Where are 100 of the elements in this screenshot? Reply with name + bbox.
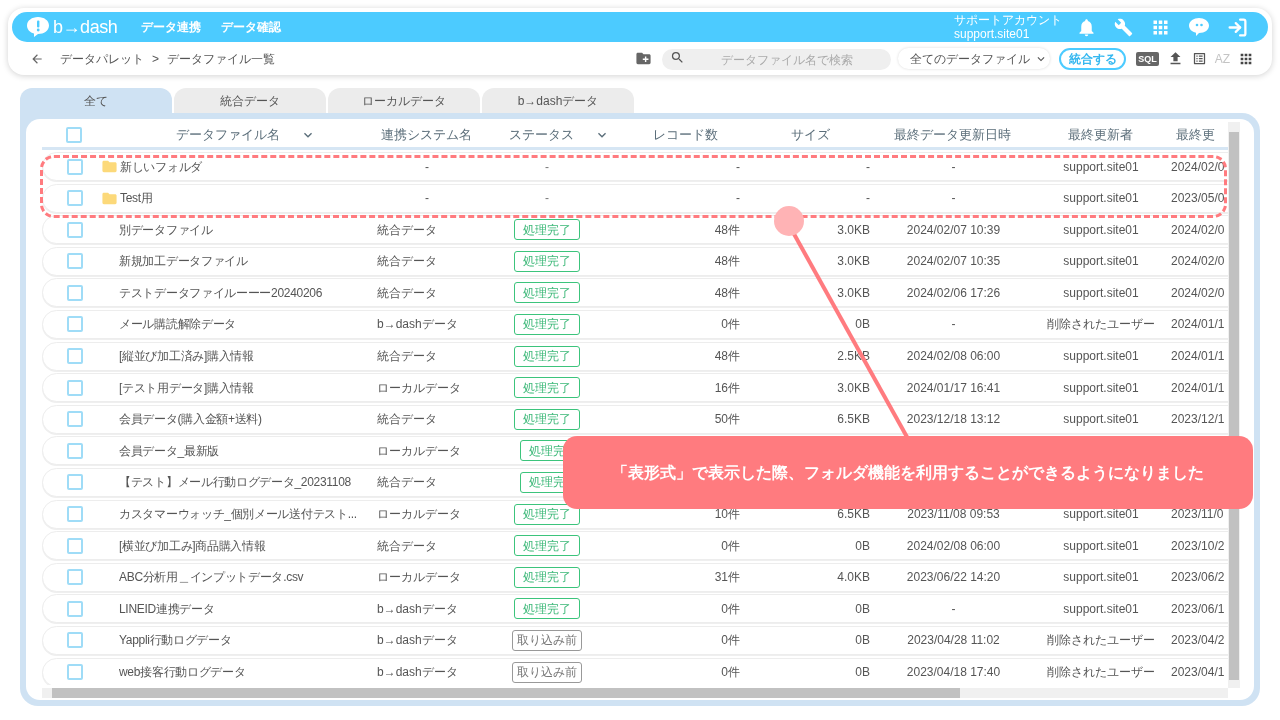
last-updated: 2024/02/0 bbox=[1171, 254, 1225, 269]
file-name: [テスト用データ]購入情報 bbox=[119, 379, 254, 397]
record-count: 48件 bbox=[714, 254, 740, 269]
updated-date: 2023/11/08 09:53 bbox=[907, 507, 1000, 522]
status-badge: 処理完了 bbox=[514, 313, 580, 335]
account-role: サポートアカウント bbox=[954, 13, 1062, 27]
system-name: 統合データ bbox=[377, 412, 437, 427]
file-size: 3.0KB bbox=[837, 222, 870, 237]
last-updated: 2023/11/0 bbox=[1171, 507, 1224, 522]
file-name: テストデータファイルーーー20240206 bbox=[119, 284, 323, 302]
last-updated: 2024/02/0 bbox=[1171, 159, 1225, 174]
updated-date: - bbox=[951, 317, 956, 332]
file-name: web接客行動ログデータ bbox=[119, 664, 246, 681]
updated-date: 2024/02/06 17:26 bbox=[906, 285, 1001, 300]
last-updated: 2024/01/1 bbox=[1171, 349, 1225, 364]
system-name: 統合データ bbox=[377, 349, 437, 364]
file-size: 0B bbox=[855, 538, 870, 553]
file-size: 0B bbox=[855, 633, 870, 648]
system-name: ローカルデータ bbox=[377, 570, 461, 585]
record-count: 0件 bbox=[721, 665, 740, 679]
updater-name: support.site01 bbox=[1063, 349, 1139, 364]
record-count: 48件 bbox=[714, 349, 740, 364]
updater-name: support.site01 bbox=[1063, 538, 1139, 553]
updater-name: support.site01 bbox=[1063, 570, 1139, 585]
system-name: - bbox=[425, 159, 429, 174]
file-size: 4.0KB bbox=[837, 570, 870, 585]
last-updated: 2023/04/2 bbox=[1171, 633, 1225, 648]
file-name: Yappli行動ログデータ bbox=[119, 632, 232, 650]
updater-name: support.site01 bbox=[1063, 191, 1139, 206]
status-badge: 処理完了 bbox=[514, 408, 580, 430]
system-name: ローカルデータ bbox=[377, 443, 461, 458]
updated-date: 2024/02/07 10:39 bbox=[906, 222, 1001, 237]
file-size: - bbox=[866, 191, 870, 206]
record-count: - bbox=[736, 191, 740, 206]
record-count: 16件 bbox=[714, 380, 740, 395]
updater-name: 削除されたユーザー bbox=[1047, 665, 1155, 679]
status-badge: 処理完了 bbox=[514, 598, 580, 620]
last-updated: 2024/02/0 bbox=[1171, 222, 1225, 237]
last-updated: 2023/06/2 bbox=[1171, 570, 1225, 585]
logo-text: b→dash bbox=[53, 15, 118, 39]
file-name: 【テスト】メール行動ログデータ_20231108 bbox=[119, 474, 351, 492]
account-user: support.site01 bbox=[954, 27, 1031, 41]
record-count: 0件 bbox=[721, 633, 740, 648]
system-name: b→dashデータ bbox=[377, 633, 458, 648]
last-updated: 2024/01/1 bbox=[1171, 380, 1225, 395]
system-name: 統合データ bbox=[377, 475, 437, 490]
updater-name: support.site01 bbox=[1063, 159, 1139, 174]
status-badge: 処理完了 bbox=[514, 219, 580, 241]
system-name: b→dashデータ bbox=[377, 665, 458, 679]
updated-date: 2024/02/08 06:00 bbox=[906, 538, 1001, 553]
file-name: [縦並び加工済み]購入情報 bbox=[119, 348, 254, 366]
updater-name: 削除されたユーザー bbox=[1047, 633, 1155, 648]
file-name: ABC分析用＿インプットデータ.csv bbox=[119, 569, 304, 587]
status-badge: 処理完了 bbox=[514, 282, 580, 304]
breadcrumb-current: データファイル一覧 bbox=[167, 50, 275, 68]
status-badge: 処理完了 bbox=[514, 377, 580, 399]
record-count: 0件 bbox=[721, 601, 740, 616]
file-size: 3.0KB bbox=[837, 380, 870, 395]
status-badge: 処理完了 bbox=[514, 250, 580, 272]
record-count: 48件 bbox=[714, 222, 740, 237]
last-updated: 2023/10/2 bbox=[1171, 538, 1225, 553]
updater-name: support.site01 bbox=[1063, 412, 1139, 427]
file-size: 6.5KB bbox=[837, 507, 870, 522]
status-badge: 処理完了 bbox=[514, 345, 580, 367]
last-updated: 2024/01/1 bbox=[1171, 317, 1225, 332]
file-name: メール購読解除データ bbox=[119, 316, 236, 334]
updater-name: support.site01 bbox=[1063, 222, 1139, 237]
updater-name: support.site01 bbox=[1063, 507, 1139, 522]
updated-date: 2024/01/17 16:41 bbox=[906, 380, 1001, 395]
updater-name: support.site01 bbox=[1063, 254, 1139, 269]
file-name: 別データファイル bbox=[119, 221, 213, 239]
record-count: 31件 bbox=[714, 570, 740, 585]
file-size: - bbox=[866, 159, 870, 174]
file-size: 6.5KB bbox=[837, 412, 870, 427]
last-updated: 2023/05/0 bbox=[1171, 191, 1225, 206]
file-name: 会員データ(購入金額+送料) bbox=[119, 411, 262, 429]
file-name: [横並び加工み]商品購入情報 bbox=[119, 537, 266, 555]
record-count: 0件 bbox=[721, 538, 740, 553]
status-badge: 処理完了 bbox=[514, 535, 580, 557]
status-badge: 処理完了 bbox=[514, 566, 580, 588]
status-badge: 取り込み前 bbox=[512, 661, 582, 683]
file-name: LINEID連携データ bbox=[119, 600, 215, 618]
last-updated: 2023/06/1 bbox=[1171, 601, 1225, 616]
breadcrumb-separator: > bbox=[152, 50, 159, 68]
updater-name: support.site01 bbox=[1063, 285, 1139, 300]
system-name: b→dashデータ bbox=[377, 601, 458, 616]
record-count: 10件 bbox=[714, 507, 740, 522]
updated-date: - bbox=[951, 159, 956, 174]
system-name: 統合データ bbox=[377, 254, 437, 269]
system-name: 統合データ bbox=[377, 222, 437, 237]
record-count: 48件 bbox=[714, 285, 740, 300]
updated-date: 2023/04/28 11:02 bbox=[907, 633, 1000, 648]
updater-name: 削除されたユーザー bbox=[1047, 317, 1155, 332]
system-name: 統合データ bbox=[377, 285, 437, 300]
system-name: ローカルデータ bbox=[377, 507, 461, 522]
updated-date: - bbox=[951, 601, 956, 616]
file-name: 新規加工データファイル bbox=[119, 253, 248, 271]
system-name: 統合データ bbox=[377, 538, 437, 553]
last-updated: 2024/02/0 bbox=[1171, 285, 1225, 300]
status-badge: 処理完了 bbox=[514, 503, 580, 525]
